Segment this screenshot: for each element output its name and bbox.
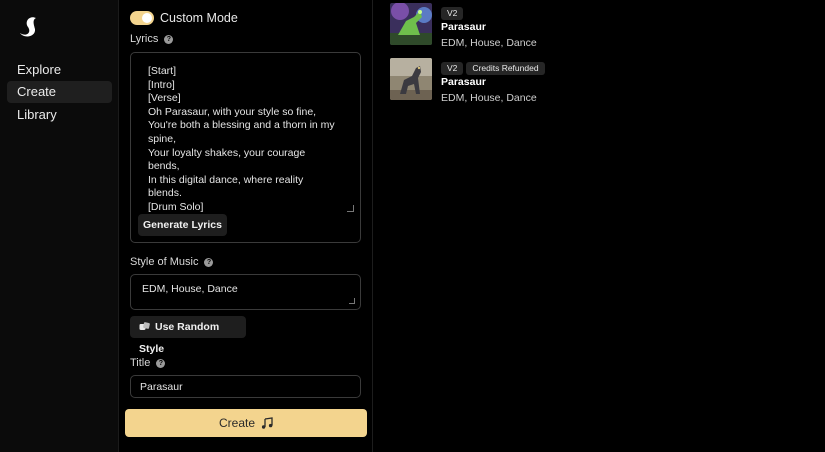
song-library: V2 Parasaur EDM, House, Dance V2 Credits … [373, 0, 825, 452]
lyrics-text: [Start] [Intro] [Verse] Oh Parasaur, wit… [148, 65, 335, 213]
version-badge: V2 [441, 62, 464, 75]
song-thumbnail[interactable] [390, 3, 432, 45]
title-input[interactable]: Parasaur [130, 375, 361, 398]
custom-mode-toggle[interactable] [130, 11, 154, 25]
song-badges: V2 [441, 3, 466, 21]
help-icon[interactable]: ? [156, 359, 166, 368]
create-button[interactable]: Create [125, 409, 367, 437]
song-title[interactable]: Parasaur [441, 76, 486, 88]
resize-handle-icon[interactable] [347, 205, 354, 212]
sidebar: Explore Create Library [0, 0, 119, 452]
song-thumbnail[interactable] [390, 58, 432, 100]
song-item[interactable]: V2 Credits Refunded Parasaur EDM, House, … [390, 58, 810, 104]
song-tags: EDM, House, Dance [441, 37, 537, 49]
create-form: Custom Mode Lyrics? [Start] [Intro] [Ver… [119, 0, 373, 452]
sidebar-item-create[interactable]: Create [7, 81, 112, 103]
create-label: Create [218, 416, 256, 430]
title-label: Title [130, 357, 151, 369]
app-window: Explore Create Library Custom Mode Lyric… [0, 0, 825, 452]
title-value: Parasaur [140, 381, 183, 393]
title-label-row: Title? [130, 357, 166, 369]
song-badges: V2 Credits Refunded [441, 58, 548, 76]
toggle-knob [142, 13, 152, 23]
credits-refunded-badge: Credits Refunded [466, 62, 545, 75]
song-title[interactable]: Parasaur [441, 21, 486, 33]
dice-icon [139, 322, 150, 330]
style-value: EDM, House, Dance [142, 283, 238, 295]
resize-handle-icon[interactable] [349, 298, 355, 304]
style-label-row: Style of Music? [130, 256, 214, 268]
help-icon[interactable]: ? [204, 258, 214, 267]
generate-lyrics-button[interactable]: Generate Lyrics [138, 214, 227, 236]
sidebar-item-library[interactable]: Library [7, 104, 112, 126]
random-style-label: Use Random Style [139, 321, 220, 355]
custom-mode-label: Custom Mode [160, 11, 238, 25]
sidebar-item-explore[interactable]: Explore [7, 59, 112, 81]
lyrics-label-row: Lyrics? [130, 33, 174, 45]
version-badge: V2 [441, 7, 464, 20]
style-input[interactable]: EDM, House, Dance [130, 274, 361, 310]
song-item[interactable]: V2 Parasaur EDM, House, Dance [390, 3, 810, 49]
song-tags: EDM, House, Dance [441, 92, 537, 104]
lyrics-label: Lyrics [130, 33, 159, 45]
music-note-icon [261, 417, 273, 429]
random-style-button[interactable]: Use Random Style [130, 316, 246, 355]
help-icon[interactable]: ? [164, 35, 174, 44]
lyrics-textarea[interactable]: [Start] [Intro] [Verse] Oh Parasaur, wit… [130, 52, 361, 243]
style-label: Style of Music [130, 256, 199, 268]
app-logo-icon[interactable] [16, 13, 40, 39]
